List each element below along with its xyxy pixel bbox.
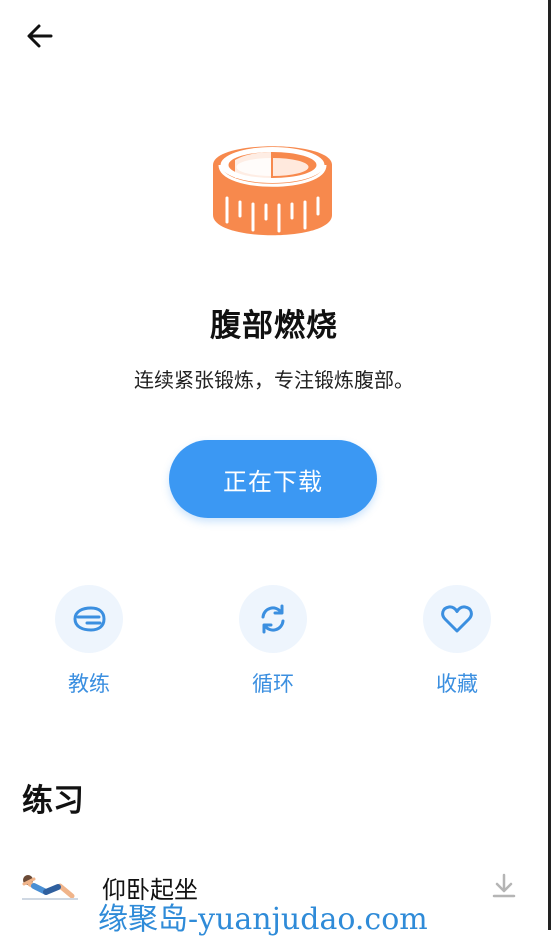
downloading-button[interactable]: 正在下载 xyxy=(169,440,377,518)
page-title: 腹部燃烧 xyxy=(210,308,338,344)
loop-icon xyxy=(261,604,285,634)
download-icon[interactable] xyxy=(490,872,518,900)
favorite-icon-circle xyxy=(423,585,491,653)
situp-figure-icon xyxy=(22,875,78,900)
loop-icon-circle xyxy=(239,585,307,653)
coach-icon-circle xyxy=(55,585,123,653)
coach-label: 教练 xyxy=(68,672,110,696)
page-subtitle: 连续紧张锻炼，专注锻炼腹部。 xyxy=(134,368,414,392)
watermark-text: 缘聚岛-yuanjudao.com xyxy=(98,902,428,937)
loop-label: 循环 xyxy=(252,672,294,696)
favorite-button[interactable]: 收藏 xyxy=(397,585,517,698)
coach-whistle-icon xyxy=(73,606,106,632)
heart-icon xyxy=(441,605,473,633)
coach-button[interactable]: 教练 xyxy=(29,585,149,698)
exercises-section-title: 练习 xyxy=(22,783,84,819)
arrow-left-icon xyxy=(27,24,53,48)
favorite-label: 收藏 xyxy=(436,672,478,696)
loop-button[interactable]: 循环 xyxy=(213,585,333,698)
tape-measure-icon xyxy=(213,146,332,236)
back-button[interactable] xyxy=(18,18,62,54)
